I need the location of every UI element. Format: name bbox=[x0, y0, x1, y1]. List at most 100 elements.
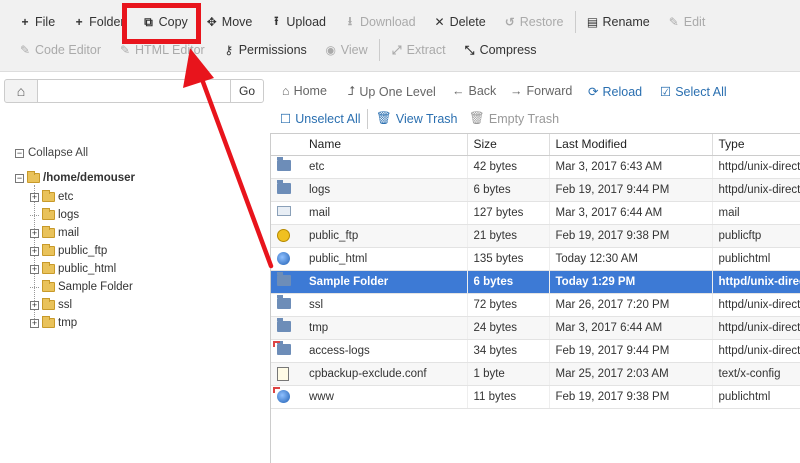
table-row[interactable]: logs 6 bytes Feb 19, 2017 9:44 PM httpd/uni… bbox=[271, 178, 800, 202]
upload-button[interactable]: ⭱ Upload bbox=[261, 9, 335, 35]
select-all-label: Select All bbox=[675, 84, 727, 99]
reload-button[interactable]: ⟳ Reload bbox=[588, 84, 642, 100]
edit-button[interactable]: ✎ Edit bbox=[659, 9, 715, 35]
toolbar-label: Delete bbox=[449, 15, 486, 29]
path-home-button[interactable]: ⌂ bbox=[4, 79, 38, 103]
expand-icon[interactable]: + bbox=[30, 246, 39, 256]
file-name: www bbox=[309, 390, 334, 403]
folder-button[interactable]: + Folder bbox=[64, 9, 133, 35]
plus-icon: + bbox=[75, 15, 83, 29]
undo-icon: ↺ bbox=[504, 15, 515, 29]
file-name-cell[interactable]: www bbox=[271, 385, 468, 409]
file-name-cell[interactable]: Sample Folder bbox=[271, 270, 468, 294]
tree-item-label: public_html bbox=[58, 263, 117, 275]
compress-button[interactable]: ⤡ Compress bbox=[455, 37, 546, 63]
toolbar-label: Copy bbox=[158, 15, 188, 29]
file-size-cell: 6 bytes bbox=[467, 178, 550, 202]
table-row[interactable]: mail 127 bytes Mar 3, 2017 6:44 AM mail bbox=[271, 201, 800, 225]
table-row[interactable]: ssl 72 bytes Mar 26, 2017 7:20 PM httpd/uni… bbox=[271, 293, 800, 317]
tree-item[interactable]: + etc bbox=[30, 190, 73, 203]
file-name-cell[interactable]: public_ftp bbox=[271, 224, 468, 248]
file-name: access-logs bbox=[309, 344, 370, 357]
file-name-cell[interactable]: access-logs bbox=[271, 339, 468, 363]
collapse-all-button[interactable]: − Collapse All bbox=[15, 147, 88, 159]
expand-icon[interactable]: + bbox=[30, 192, 39, 202]
view-trash-label: View Trash bbox=[395, 111, 458, 126]
home-icon: ⌂ bbox=[282, 84, 290, 98]
table-row[interactable]: etc 42 bytes Mar 3, 2017 6:43 AM httpd/unix… bbox=[271, 155, 800, 179]
expand-icon[interactable]: + bbox=[30, 300, 39, 310]
empty-trash-button[interactable]: 🗑 Empty Trash bbox=[469, 111, 559, 126]
go-button[interactable]: Go bbox=[230, 79, 264, 103]
view-trash-button[interactable]: 🗑 View Trash bbox=[376, 111, 457, 126]
select-all-button[interactable]: ☑ Select All bbox=[660, 84, 727, 100]
tree-root[interactable]: − /home/demouser bbox=[15, 171, 136, 184]
folder-icon bbox=[42, 208, 55, 220]
file-type-cell: text/x-config bbox=[712, 362, 800, 386]
toolbar-row-2: ✎ Code Editor ✎ HTML Editor ⚷ Permissions ◉ Vie… bbox=[10, 36, 546, 64]
table-row[interactable]: public_html 135 bytes Today 12:30 AM public… bbox=[271, 247, 800, 271]
tree-item[interactable]: Sample Folder bbox=[30, 280, 133, 293]
table-row[interactable]: tmp 24 bytes Mar 3, 2017 6:44 AM httpd/unix… bbox=[271, 316, 800, 340]
table-row[interactable]: cpbackup-exclude.conf 1 byte Mar 25, 2017 … bbox=[271, 362, 800, 386]
up-one-level-button[interactable]: ⮥ Up One Level bbox=[348, 84, 436, 99]
globe-icon bbox=[273, 386, 293, 404]
column-header-size[interactable]: Size bbox=[467, 134, 550, 156]
rename-button[interactable]: ▤ Rename bbox=[578, 9, 659, 35]
file-name-cell[interactable]: public_html bbox=[271, 247, 468, 271]
expand-icon[interactable]: + bbox=[30, 228, 39, 238]
download-button[interactable]: ⭳ Download bbox=[335, 9, 425, 35]
column-header-type[interactable]: Type bbox=[712, 134, 800, 156]
code-editor-button[interactable]: ✎ Code Editor bbox=[10, 37, 110, 63]
file-name-cell[interactable]: tmp bbox=[271, 316, 468, 340]
tree-item[interactable]: + public_ftp bbox=[30, 244, 107, 257]
file-modified-cell: Mar 3, 2017 6:44 AM bbox=[549, 316, 713, 340]
tree-item[interactable]: + tmp bbox=[30, 316, 77, 329]
tree-item[interactable]: logs bbox=[30, 208, 79, 221]
mail-icon bbox=[277, 206, 293, 220]
restore-button[interactable]: ↺ Restore bbox=[495, 9, 573, 35]
table-row[interactable]: www 11 bytes Feb 19, 2017 9:38 PM publichtm… bbox=[271, 385, 800, 409]
file-name-cell[interactable]: ssl bbox=[271, 293, 468, 317]
column-header-modified[interactable]: Last Modified bbox=[549, 134, 713, 156]
path-input[interactable] bbox=[38, 79, 231, 103]
copy-button[interactable]: ⧉ Copy bbox=[134, 9, 197, 35]
tree-root-label: /home/demouser bbox=[43, 172, 136, 184]
folder-icon bbox=[42, 262, 55, 274]
file-name-cell[interactable]: cpbackup-exclude.conf bbox=[271, 362, 468, 386]
file-type-cell: httpd/unix-directory bbox=[712, 155, 800, 179]
folder-icon bbox=[277, 294, 293, 312]
expand-icon[interactable]: + bbox=[30, 264, 39, 274]
pencil-icon: ✎ bbox=[119, 43, 131, 57]
tree-item[interactable]: + public_html bbox=[30, 262, 117, 275]
file-button[interactable]: + File bbox=[10, 9, 64, 35]
file-type-cell: publichtml bbox=[712, 385, 800, 409]
file-size-cell: 6 bytes bbox=[467, 270, 550, 294]
table-row[interactable]: access-logs 34 bytes Feb 19, 2017 9:44 PM h… bbox=[271, 339, 800, 363]
forward-button[interactable]: → Forward bbox=[510, 84, 572, 98]
home-nav-button[interactable]: ⌂ Home bbox=[282, 84, 327, 98]
unselect-all-button[interactable]: ☐ Unselect All bbox=[280, 111, 361, 127]
table-row[interactable]: public_ftp 21 bytes Feb 19, 2017 9:38 PM pu… bbox=[271, 224, 800, 248]
move-button[interactable]: ✥ Move bbox=[197, 9, 262, 35]
file-modified-cell: Mar 26, 2017 7:20 PM bbox=[549, 293, 713, 317]
view-button[interactable]: ◉ View bbox=[316, 37, 377, 63]
delete-button[interactable]: ✕ Delete bbox=[425, 9, 495, 35]
download-icon: ⭳ bbox=[347, 13, 353, 28]
nav-divider bbox=[367, 109, 368, 129]
column-header-name[interactable]: Name bbox=[271, 134, 468, 156]
expand-icon[interactable]: + bbox=[30, 318, 39, 328]
tree-item[interactable]: + mail bbox=[30, 226, 79, 239]
extract-button[interactable]: ⤢ Extract bbox=[382, 37, 455, 63]
table-row[interactable]: Sample Folder 6 bytes Today 1:29 PM httpd/u… bbox=[271, 270, 800, 294]
file-name-cell[interactable]: mail bbox=[271, 201, 468, 225]
back-button[interactable]: ← Back bbox=[452, 84, 496, 98]
permissions-button[interactable]: ⚷ Permissions bbox=[214, 37, 316, 63]
html-editor-button[interactable]: ✎ HTML Editor bbox=[110, 37, 214, 63]
file-name: logs bbox=[309, 183, 331, 196]
file-name-cell[interactable]: etc bbox=[271, 155, 468, 179]
trash-icon: 🗑 bbox=[469, 111, 485, 125]
file-name-cell[interactable]: logs bbox=[271, 178, 468, 202]
folder-icon bbox=[42, 316, 55, 328]
tree-item[interactable]: + ssl bbox=[30, 298, 72, 311]
